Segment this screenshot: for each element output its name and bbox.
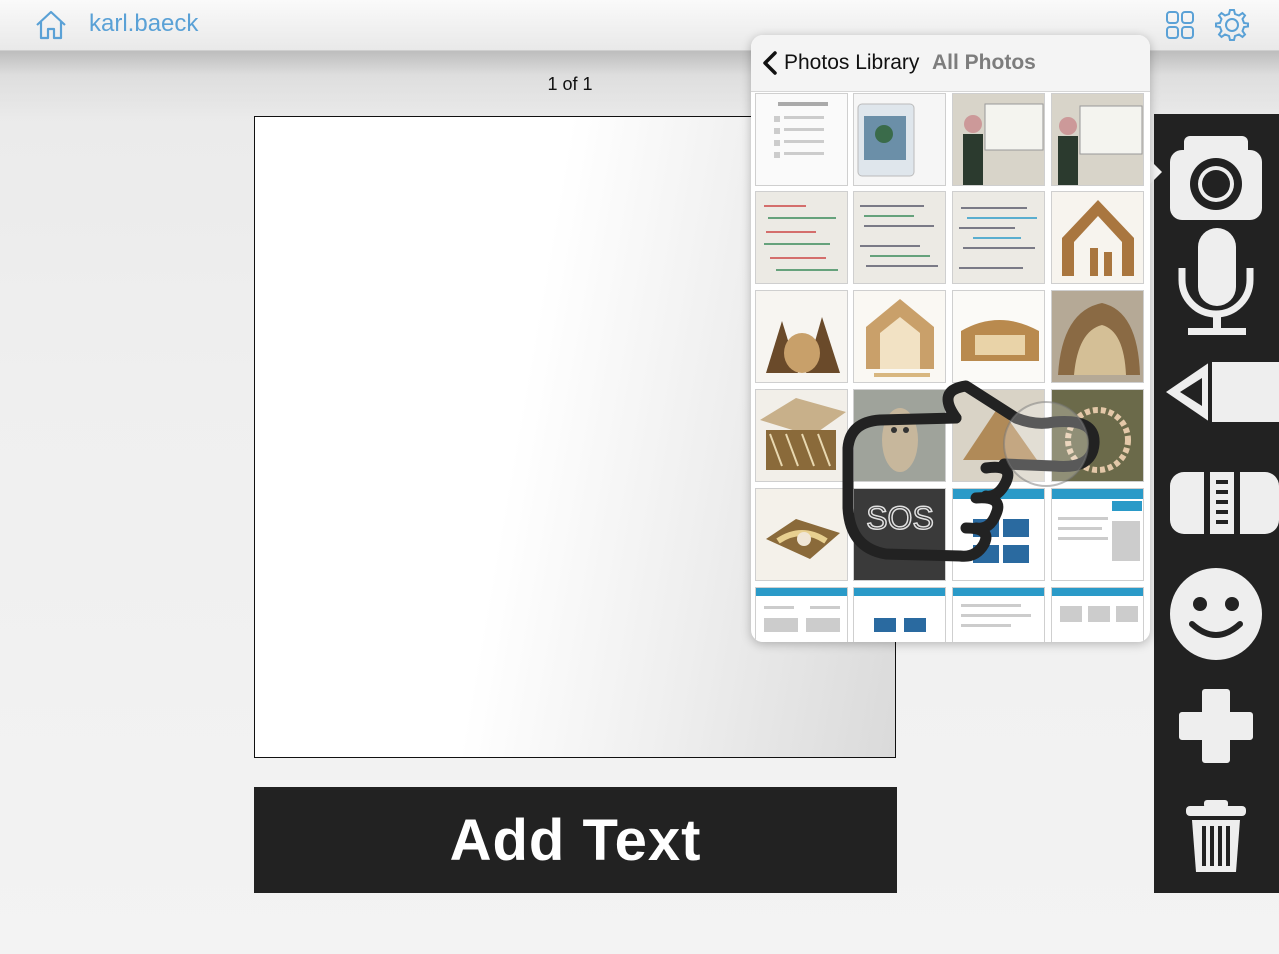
photo-thumbnail-5[interactable]	[755, 191, 848, 284]
photo-thumbnail-23[interactable]	[952, 587, 1045, 642]
photo-thumbnail-16[interactable]	[1051, 389, 1144, 482]
trash-icon	[1186, 800, 1246, 872]
add-text-button[interactable]: Add Text	[254, 787, 897, 893]
page-counter: 1 of 1	[547, 74, 593, 94]
photo-thumbnail-10[interactable]	[853, 290, 946, 383]
popover-arrow	[1150, 160, 1162, 184]
eraser-button[interactable]	[1154, 464, 1279, 544]
photo-thumbnail-8[interactable]	[1051, 191, 1144, 284]
pencil-button[interactable]	[1154, 358, 1279, 438]
popover-title: All Photos	[932, 51, 1036, 74]
plus-icon	[1179, 689, 1253, 763]
photo-thumbnail-24[interactable]	[1051, 587, 1144, 642]
sos-text: SOS	[866, 500, 934, 536]
tool-sidebar	[1154, 114, 1279, 893]
microphone-button[interactable]	[1154, 228, 1279, 338]
gear-icon[interactable]	[1214, 7, 1250, 43]
sticker-button[interactable]	[1154, 566, 1279, 662]
photo-thumbnail-12[interactable]	[1051, 290, 1144, 383]
photo-thumbnail-21[interactable]	[755, 587, 848, 642]
photo-thumbnail-6[interactable]	[853, 191, 946, 284]
grid-icon[interactable]	[1165, 10, 1195, 40]
microphone-icon	[1178, 228, 1254, 335]
photo-thumbnail-18[interactable]: SOS	[853, 488, 946, 581]
photo-thumbnail-11[interactable]	[952, 290, 1045, 383]
photo-thumbnail-17[interactable]	[755, 488, 848, 581]
photo-thumbnail-19[interactable]	[952, 488, 1045, 581]
photo-thumbnail-22[interactable]	[853, 587, 946, 642]
photo-thumbnail-9[interactable]	[755, 290, 848, 383]
camera-icon	[1170, 136, 1262, 220]
photo-thumbnail-15[interactable]	[952, 389, 1045, 482]
camera-button[interactable]	[1154, 128, 1279, 228]
photo-thumbnail-14[interactable]	[853, 389, 946, 482]
add-button[interactable]	[1154, 688, 1279, 764]
pencil-icon	[1166, 362, 1279, 422]
photo-thumbnail-1[interactable]	[755, 93, 848, 186]
photo-thumbnail-3[interactable]	[952, 93, 1045, 186]
smiley-icon	[1170, 568, 1262, 660]
chevron-left-icon[interactable]	[761, 50, 779, 76]
popover-header: Photos Library All Photos	[751, 35, 1150, 92]
photo-thumbnail-2[interactable]	[853, 93, 946, 186]
delete-button[interactable]	[1154, 800, 1279, 876]
photo-thumbnail-7[interactable]	[952, 191, 1045, 284]
photos-popover: Photos Library All Photos SOS	[751, 35, 1150, 642]
eraser-icon	[1170, 472, 1279, 534]
photo-thumbnail-20[interactable]	[1051, 488, 1144, 581]
photos-library-back-link[interactable]: Photos Library	[784, 51, 919, 75]
home-icon[interactable]	[34, 8, 68, 42]
photo-thumbnail-13[interactable]	[755, 389, 848, 482]
photo-thumbnail-4[interactable]	[1051, 93, 1144, 186]
username-label[interactable]: karl.baeck	[89, 10, 198, 38]
